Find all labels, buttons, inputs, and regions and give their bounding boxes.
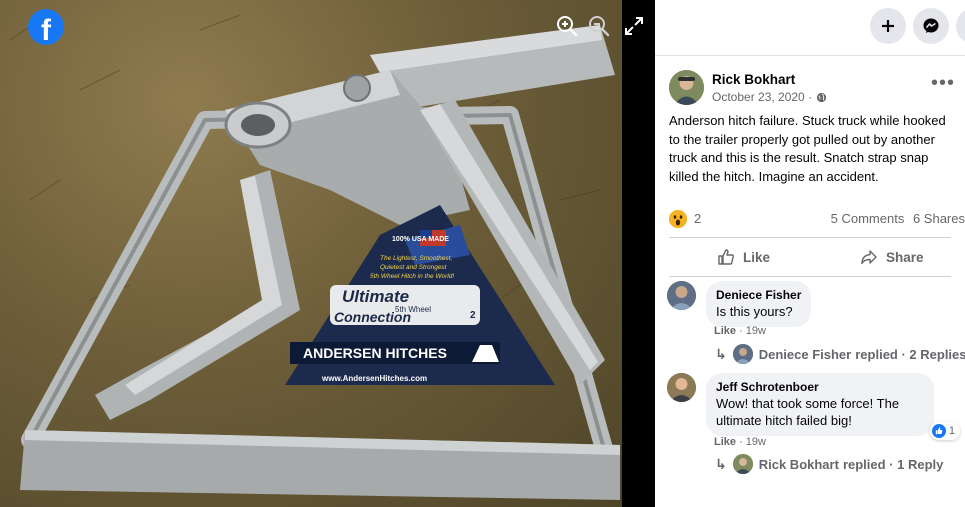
sign-connection-text: Connection (334, 309, 411, 325)
sign-url-text: www.AndersenHitches.com (321, 374, 427, 383)
share-button[interactable]: Share (860, 240, 924, 274)
top-action-bar (655, 0, 965, 56)
engagement-counts: 5 Comments 6 Shares (831, 211, 965, 226)
view-replies-link[interactable]: ↳ Rick Bokhart replied · 1 Reply (715, 453, 943, 475)
comment-text: Wow! that took some force! The ultimate … (716, 396, 900, 428)
avatar[interactable] (669, 70, 704, 105)
messenger-icon (923, 18, 939, 33)
commenter-avatar[interactable] (667, 373, 696, 402)
commenter-avatar[interactable] (667, 281, 696, 310)
reply-avatar (732, 344, 753, 364)
more-options-icon[interactable]: ••• (931, 73, 955, 93)
post-photo: ANDERSEN HITCHES Ultimate 5th Wheel Conn… (0, 0, 622, 507)
thumbs-up-icon (718, 249, 734, 265)
sign-tagline-2: Quietest and Strongest (380, 264, 448, 271)
comment-bubble: Deniece Fisher Is this yours? (706, 281, 812, 327)
reactions-bar: 2 5 Comments 6 Shares (669, 209, 965, 229)
comment-like-link[interactable]: Like (714, 325, 736, 337)
comment-meta: Like · 19w (714, 436, 766, 448)
expand-icon[interactable] (620, 12, 648, 40)
like-reaction-icon (931, 424, 946, 438)
reaction-count[interactable]: 2 (694, 211, 701, 226)
sign-ultimate-text: Ultimate (342, 287, 409, 306)
zoom-out-icon[interactable] (585, 12, 613, 40)
post-author-name[interactable]: Rick Bokhart (712, 72, 795, 87)
post-date[interactable]: October 23, 2020 · (712, 90, 827, 104)
share-button-label: Share (886, 249, 924, 265)
sign-version-text: 2 (470, 310, 476, 321)
create-button[interactable] (870, 8, 906, 44)
post-date-text[interactable]: October 23, 2020 · (712, 90, 812, 104)
reply-arrow-icon: ↳ (715, 455, 727, 472)
share-icon (861, 250, 877, 265)
reply-count-text: replied · 2 Replies (855, 346, 965, 362)
sign-tagline-1: The Lightest, Smoothest, (380, 255, 452, 262)
globe-icon (816, 92, 827, 102)
comment-author[interactable]: Deniece Fisher (716, 288, 801, 302)
reply-arrow-icon: ↳ (715, 345, 727, 362)
post-actions: Like Share (669, 240, 951, 274)
sign-brand-text: ANDERSEN HITCHES (303, 345, 447, 361)
post-header: Rick Bokhart October 23, 2020 · ••• (669, 70, 959, 110)
view-replies-link[interactable]: ↳ Deniece Fisher replied · 2 Replies (715, 343, 965, 365)
sign-usa-made-text: 100% USA MADE (392, 236, 449, 243)
reply-count-text: replied · 1 Reply (842, 456, 944, 472)
messenger-button[interactable] (913, 8, 949, 44)
reply-author: Deniece Fisher (758, 346, 852, 362)
divider (669, 237, 951, 238)
comment-item: Deniece Fisher Is this yours? Like · 19w… (667, 281, 965, 371)
wow-reaction-icon[interactable] (669, 210, 687, 228)
reply-author: Rick Bokhart (758, 456, 839, 472)
comment-time[interactable]: · 19w (739, 325, 766, 337)
add-icon (882, 20, 894, 32)
post-text: Anderson hitch failure. Stuck truck whil… (669, 113, 946, 184)
comment-reaction-badge[interactable]: 1 (929, 422, 960, 440)
facebook-logo-icon[interactable]: f (28, 9, 64, 45)
post-side-panel: Rick Bokhart October 23, 2020 · ••• Ande… (655, 0, 965, 507)
comment-meta: Like · 19w (714, 325, 766, 337)
sign-tagline-3: 5th Wheel Hitch in the World! (370, 273, 454, 280)
comments-count[interactable]: 5 Comments (831, 211, 905, 226)
zoom-in-icon[interactable] (553, 12, 581, 40)
comment-item: Jeff Schrotenboer Wow! that took some fo… (667, 373, 963, 477)
facebook-logo-letter: f (41, 14, 51, 45)
shares-count[interactable]: 6 Shares (913, 211, 965, 226)
comment-author[interactable]: Jeff Schrotenboer (716, 380, 924, 394)
reply-avatar (732, 454, 753, 474)
photo-viewer: ANDERSEN HITCHES Ultimate 5th Wheel Conn… (0, 0, 655, 507)
comment-like-link[interactable]: Like (714, 436, 736, 448)
hitch-photo-illustration: ANDERSEN HITCHES Ultimate 5th Wheel Conn… (9, 14, 620, 500)
like-button-label: Like (743, 249, 771, 265)
comment-like-count: 1 (948, 425, 955, 437)
like-button[interactable]: Like (717, 240, 770, 274)
notifications-button[interactable] (956, 8, 965, 44)
comment-time[interactable]: · 19w (739, 436, 766, 448)
comment-text: Is this yours? (716, 304, 793, 319)
divider (669, 276, 951, 277)
comment-bubble: Jeff Schrotenboer Wow! that took some fo… (706, 373, 960, 440)
